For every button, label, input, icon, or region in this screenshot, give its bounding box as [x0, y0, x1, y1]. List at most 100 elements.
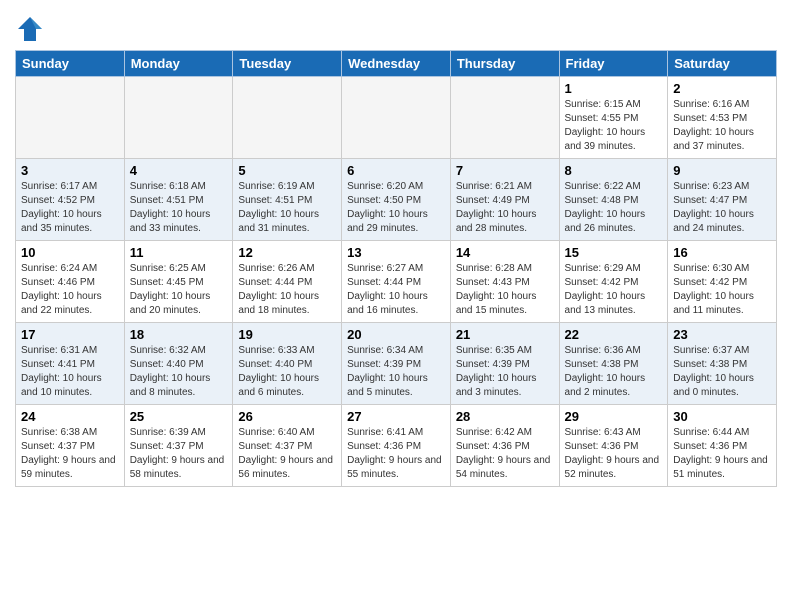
day-info: Sunrise: 6:33 AM Sunset: 4:40 PM Dayligh… — [238, 344, 336, 400]
day-info: Sunrise: 6:27 AM Sunset: 4:44 PM Dayligh… — [347, 262, 445, 318]
calendar-cell: 11 Sunrise: 6:25 AM Sunset: 4:45 PM Dayli… — [124, 241, 233, 323]
page-container: SundayMondayTuesdayWednesdayThursdayFrid… — [0, 0, 792, 497]
logo — [15, 14, 49, 44]
calendar: SundayMondayTuesdayWednesdayThursdayFrid… — [15, 50, 777, 487]
day-info: Sunrise: 6:31 AM Sunset: 4:41 PM Dayligh… — [21, 344, 119, 400]
day-number: 7 — [456, 163, 554, 178]
day-number: 10 — [21, 245, 119, 260]
calendar-cell: 27 Sunrise: 6:41 AM Sunset: 4:36 PM Dayli… — [342, 405, 451, 487]
day-number: 11 — [130, 245, 228, 260]
day-number: 8 — [565, 163, 663, 178]
day-info: Sunrise: 6:30 AM Sunset: 4:42 PM Dayligh… — [673, 262, 771, 318]
calendar-cell: 24 Sunrise: 6:38 AM Sunset: 4:37 PM Dayli… — [16, 405, 125, 487]
day-number: 20 — [347, 327, 445, 342]
day-info: Sunrise: 6:43 AM Sunset: 4:36 PM Dayligh… — [565, 426, 663, 482]
day-number: 22 — [565, 327, 663, 342]
calendar-cell: 4Sunrise: 6:18 AM Sunset: 4:51 PM Daylig… — [124, 159, 233, 241]
day-info: Sunrise: 6:17 AM Sunset: 4:52 PM Dayligh… — [21, 180, 119, 236]
calendar-cell: 26 Sunrise: 6:40 AM Sunset: 4:37 PM Dayli… — [233, 405, 342, 487]
day-number: 18 — [130, 327, 228, 342]
day-number: 27 — [347, 409, 445, 424]
calendar-cell — [124, 77, 233, 159]
day-number: 25 — [130, 409, 228, 424]
day-info: Sunrise: 6:40 AM Sunset: 4:37 PM Dayligh… — [238, 426, 336, 482]
day-info: Sunrise: 6:24 AM Sunset: 4:46 PM Dayligh… — [21, 262, 119, 318]
week-row-0: 1 Sunrise: 6:15 AM Sunset: 4:55 PM Daylig… — [16, 77, 777, 159]
col-header-saturday: Saturday — [668, 51, 777, 77]
calendar-cell — [16, 77, 125, 159]
day-number: 3 — [21, 163, 119, 178]
day-number: 21 — [456, 327, 554, 342]
calendar-cell: 23 Sunrise: 6:37 AM Sunset: 4:38 PM Dayli… — [668, 323, 777, 405]
day-number: 1 — [565, 81, 663, 96]
day-info: Sunrise: 6:42 AM Sunset: 4:36 PM Dayligh… — [456, 426, 554, 482]
day-number: 28 — [456, 409, 554, 424]
calendar-cell — [233, 77, 342, 159]
day-number: 16 — [673, 245, 771, 260]
day-info: Sunrise: 6:36 AM Sunset: 4:38 PM Dayligh… — [565, 344, 663, 400]
day-info: Sunrise: 6:38 AM Sunset: 4:37 PM Dayligh… — [21, 426, 119, 482]
calendar-cell — [342, 77, 451, 159]
day-info: Sunrise: 6:18 AM Sunset: 4:51 PM Dayligh… — [130, 180, 228, 236]
day-info: Sunrise: 6:25 AM Sunset: 4:45 PM Dayligh… — [130, 262, 228, 318]
day-info: Sunrise: 6:23 AM Sunset: 4:47 PM Dayligh… — [673, 180, 771, 236]
day-number: 2 — [673, 81, 771, 96]
col-header-tuesday: Tuesday — [233, 51, 342, 77]
day-number: 15 — [565, 245, 663, 260]
header — [15, 10, 777, 44]
day-info: Sunrise: 6:22 AM Sunset: 4:48 PM Dayligh… — [565, 180, 663, 236]
day-info: Sunrise: 6:37 AM Sunset: 4:38 PM Dayligh… — [673, 344, 771, 400]
day-number: 19 — [238, 327, 336, 342]
calendar-cell — [450, 77, 559, 159]
calendar-cell: 25 Sunrise: 6:39 AM Sunset: 4:37 PM Dayli… — [124, 405, 233, 487]
calendar-cell: 21 Sunrise: 6:35 AM Sunset: 4:39 PM Dayli… — [450, 323, 559, 405]
week-row-1: 3 Sunrise: 6:17 AM Sunset: 4:52 PM Daylig… — [16, 159, 777, 241]
day-info: Sunrise: 6:29 AM Sunset: 4:42 PM Dayligh… — [565, 262, 663, 318]
calendar-cell: 13Sunrise: 6:27 AM Sunset: 4:44 PM Dayli… — [342, 241, 451, 323]
calendar-cell: 1 Sunrise: 6:15 AM Sunset: 4:55 PM Daylig… — [559, 77, 668, 159]
day-number: 5 — [238, 163, 336, 178]
day-info: Sunrise: 6:19 AM Sunset: 4:51 PM Dayligh… — [238, 180, 336, 236]
calendar-cell: 22 Sunrise: 6:36 AM Sunset: 4:38 PM Dayli… — [559, 323, 668, 405]
day-info: Sunrise: 6:34 AM Sunset: 4:39 PM Dayligh… — [347, 344, 445, 400]
day-number: 9 — [673, 163, 771, 178]
day-info: Sunrise: 6:15 AM Sunset: 4:55 PM Dayligh… — [565, 98, 663, 154]
calendar-cell: 17 Sunrise: 6:31 AM Sunset: 4:41 PM Dayli… — [16, 323, 125, 405]
day-number: 12 — [238, 245, 336, 260]
day-info: Sunrise: 6:39 AM Sunset: 4:37 PM Dayligh… — [130, 426, 228, 482]
day-number: 17 — [21, 327, 119, 342]
calendar-cell: 30Sunrise: 6:44 AM Sunset: 4:36 PM Dayli… — [668, 405, 777, 487]
calendar-cell: 29Sunrise: 6:43 AM Sunset: 4:36 PM Dayli… — [559, 405, 668, 487]
calendar-cell: 9 Sunrise: 6:23 AM Sunset: 4:47 PM Daylig… — [668, 159, 777, 241]
calendar-cell: 10 Sunrise: 6:24 AM Sunset: 4:46 PM Dayli… — [16, 241, 125, 323]
calendar-cell: 14Sunrise: 6:28 AM Sunset: 4:43 PM Dayli… — [450, 241, 559, 323]
day-number: 6 — [347, 163, 445, 178]
day-number: 24 — [21, 409, 119, 424]
calendar-cell: 15 Sunrise: 6:29 AM Sunset: 4:42 PM Dayli… — [559, 241, 668, 323]
week-row-4: 24 Sunrise: 6:38 AM Sunset: 4:37 PM Dayli… — [16, 405, 777, 487]
col-header-sunday: Sunday — [16, 51, 125, 77]
day-number: 30 — [673, 409, 771, 424]
logo-icon — [15, 14, 45, 44]
col-header-wednesday: Wednesday — [342, 51, 451, 77]
day-number: 23 — [673, 327, 771, 342]
day-info: Sunrise: 6:35 AM Sunset: 4:39 PM Dayligh… — [456, 344, 554, 400]
calendar-cell: 28 Sunrise: 6:42 AM Sunset: 4:36 PM Dayli… — [450, 405, 559, 487]
calendar-cell: 7 Sunrise: 6:21 AM Sunset: 4:49 PM Daylig… — [450, 159, 559, 241]
day-number: 26 — [238, 409, 336, 424]
day-info: Sunrise: 6:41 AM Sunset: 4:36 PM Dayligh… — [347, 426, 445, 482]
calendar-cell: 8 Sunrise: 6:22 AM Sunset: 4:48 PM Daylig… — [559, 159, 668, 241]
col-header-friday: Friday — [559, 51, 668, 77]
calendar-cell: 12 Sunrise: 6:26 AM Sunset: 4:44 PM Dayli… — [233, 241, 342, 323]
day-info: Sunrise: 6:20 AM Sunset: 4:50 PM Dayligh… — [347, 180, 445, 236]
calendar-header-row: SundayMondayTuesdayWednesdayThursdayFrid… — [16, 51, 777, 77]
calendar-cell: 5 Sunrise: 6:19 AM Sunset: 4:51 PM Daylig… — [233, 159, 342, 241]
calendar-cell: 20 Sunrise: 6:34 AM Sunset: 4:39 PM Dayli… — [342, 323, 451, 405]
day-info: Sunrise: 6:21 AM Sunset: 4:49 PM Dayligh… — [456, 180, 554, 236]
day-info: Sunrise: 6:28 AM Sunset: 4:43 PM Dayligh… — [456, 262, 554, 318]
col-header-thursday: Thursday — [450, 51, 559, 77]
day-info: Sunrise: 6:26 AM Sunset: 4:44 PM Dayligh… — [238, 262, 336, 318]
col-header-monday: Monday — [124, 51, 233, 77]
calendar-cell: 6 Sunrise: 6:20 AM Sunset: 4:50 PM Daylig… — [342, 159, 451, 241]
calendar-cell: 16 Sunrise: 6:30 AM Sunset: 4:42 PM Dayli… — [668, 241, 777, 323]
